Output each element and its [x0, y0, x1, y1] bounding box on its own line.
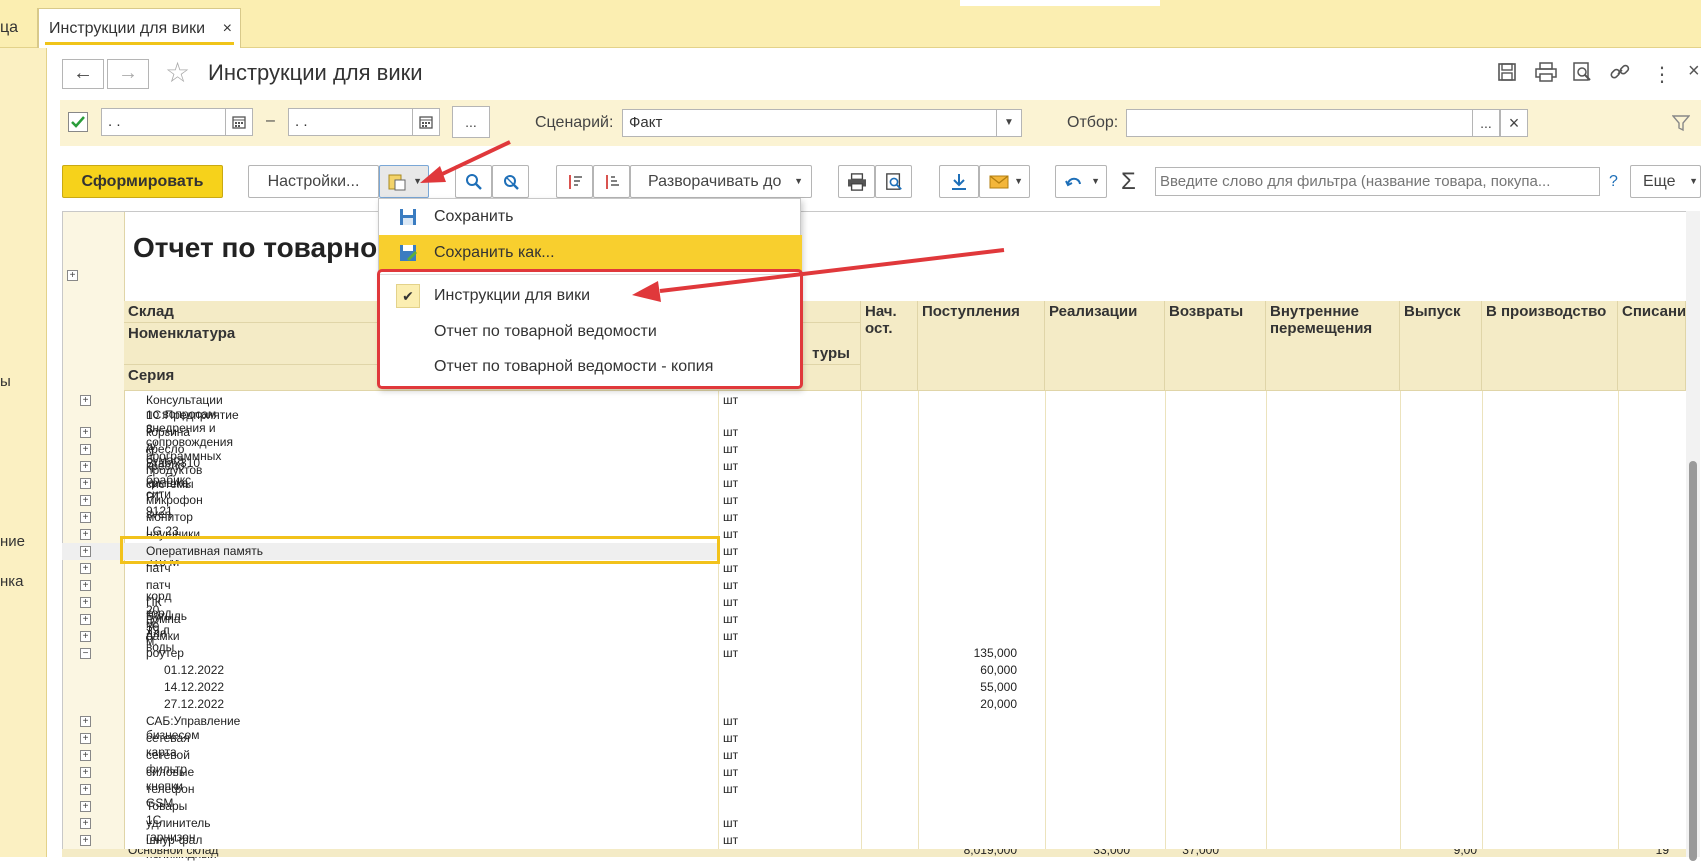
annotation-arrows [420, 140, 1005, 302]
